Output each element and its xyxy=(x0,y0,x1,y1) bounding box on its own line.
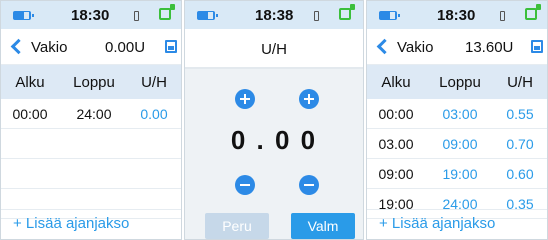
profile-total: 13.60U xyxy=(465,39,514,56)
end-time[interactable]: 03:00 xyxy=(425,106,495,122)
confirm-button[interactable]: Valm xyxy=(291,213,355,239)
rate-value[interactable]: 0.55 xyxy=(495,106,545,122)
rate-value[interactable]: 0.60 xyxy=(495,166,545,182)
empty-row xyxy=(1,159,181,189)
column-end: Loppu xyxy=(73,73,115,91)
column-start: Alku xyxy=(381,73,411,91)
start-time: 00:00 xyxy=(378,105,414,122)
column-rate: U/H xyxy=(507,73,533,91)
column-end: Loppu xyxy=(439,73,481,91)
table-row[interactable]: 03.00 09:00 0.70 xyxy=(367,129,547,159)
table-row[interactable]: 00:00 24:00 0.00 xyxy=(1,99,181,129)
end-time: 24:00 xyxy=(76,105,112,122)
profile-header: Vakio 13.60U xyxy=(367,29,547,65)
decrement-decimal-button[interactable] xyxy=(299,175,319,195)
charging-icon xyxy=(525,4,541,20)
save-icon[interactable] xyxy=(531,40,543,53)
battery-icon xyxy=(197,11,218,20)
back-icon[interactable] xyxy=(9,38,23,56)
charging-icon xyxy=(339,4,355,20)
table-header: Alku Loppu U/H xyxy=(367,65,547,99)
basal-profile-panel-filled: 18:30 Vakio 13.60U Alku Loppu U/H 00:00 … xyxy=(366,0,548,240)
status-bar: 18:38 xyxy=(185,1,363,29)
table-row[interactable]: 00:00 03:00 0.55 xyxy=(367,99,547,129)
profile-title: Vakio xyxy=(397,39,434,56)
start-time: 03.00 xyxy=(378,135,414,152)
status-bar: 18:30 xyxy=(367,1,547,29)
battery-icon xyxy=(13,11,34,20)
rate-edit-panel: 18:38 U/H 0 . 0 0 Peru Valm xyxy=(184,0,364,240)
back-icon[interactable] xyxy=(375,38,389,56)
charging-icon xyxy=(159,4,175,20)
status-time: 18:38 xyxy=(255,7,294,24)
status-time: 18:30 xyxy=(437,7,476,24)
profile-total: 0.00U xyxy=(105,39,146,56)
increment-integer-button[interactable] xyxy=(235,89,255,109)
rate-display: 0 . 0 0 xyxy=(230,125,318,155)
rate-value[interactable]: 0.00 xyxy=(129,106,179,122)
status-time: 18:30 xyxy=(71,7,110,24)
column-start: Alku xyxy=(15,73,45,91)
profile-title: Vakio xyxy=(31,39,68,56)
start-time: 00:00 xyxy=(12,105,48,122)
column-rate: U/H xyxy=(141,73,167,91)
edit-title: U/H xyxy=(261,41,287,58)
empty-row xyxy=(1,129,181,159)
end-time[interactable]: 09:00 xyxy=(425,136,495,152)
add-period-button[interactable]: + Lisää ajanjakso xyxy=(367,209,547,239)
start-time: 09:00 xyxy=(378,165,414,182)
table-header: Alku Loppu U/H xyxy=(1,65,181,99)
basal-profile-panel-empty: 18:30 Vakio 0.00U Alku Loppu U/H 00:00 2… xyxy=(0,0,182,240)
vibrate-icon xyxy=(133,8,140,22)
vibrate-icon xyxy=(313,8,320,22)
vibrate-icon xyxy=(499,8,506,22)
end-time[interactable]: 19:00 xyxy=(425,166,495,182)
decrement-integer-button[interactable] xyxy=(235,175,255,195)
increment-decimal-button[interactable] xyxy=(299,89,319,109)
table-row[interactable]: 09:00 19:00 0.60 xyxy=(367,159,547,189)
profile-header: Vakio 0.00U xyxy=(1,29,181,65)
rate-value[interactable]: 0.70 xyxy=(495,136,545,152)
add-period-button[interactable]: + Lisää ajanjakso xyxy=(1,209,181,239)
save-icon[interactable] xyxy=(165,40,177,53)
cancel-button[interactable]: Peru xyxy=(205,213,269,239)
status-bar: 18:30 xyxy=(1,1,181,29)
battery-icon xyxy=(379,11,400,20)
